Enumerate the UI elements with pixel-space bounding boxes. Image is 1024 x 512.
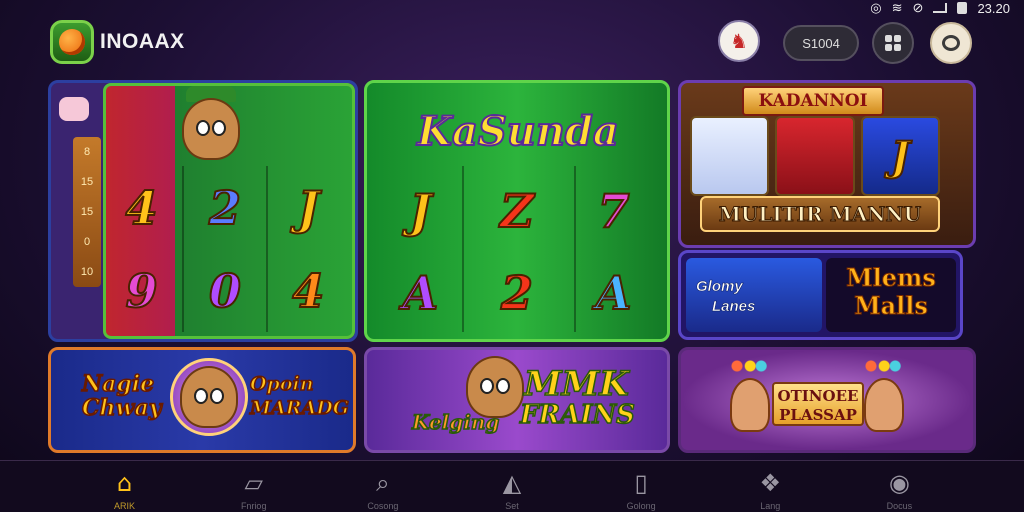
- logo-text: FRAINS: [519, 399, 635, 431]
- reels-game-2: J Z 7 A 2 A: [372, 170, 662, 334]
- clock: 23.20: [977, 0, 1010, 16]
- logo-text-left: Nagie Chway: [81, 371, 162, 421]
- app-logo[interactable]: INOAAX: [50, 20, 185, 64]
- wifi-icon: ≋: [891, 0, 903, 15]
- reel-symbol: 0: [208, 263, 242, 319]
- side-value: 15: [80, 206, 94, 218]
- balance-amount: S1004: [802, 35, 840, 51]
- nav-label: Cosong: [367, 501, 399, 511]
- logo-text: PLASSAP: [779, 406, 857, 424]
- reel-character: [690, 116, 770, 196]
- mascot-kangaroo: [466, 356, 524, 418]
- reel-symbol: 2: [500, 265, 534, 321]
- character-figure: [730, 378, 770, 432]
- nav-item-wallet[interactable]: ▯ Golong: [601, 461, 681, 511]
- avatar-icon: ♞: [730, 29, 748, 53]
- mascot-kangaroo: [182, 98, 240, 160]
- logo-text: Glomy: [696, 278, 743, 296]
- reel-symbol: 7: [597, 183, 631, 239]
- reel-character: [775, 116, 855, 196]
- nav-label: Fnriog: [240, 501, 267, 511]
- balance-pill[interactable]: S1004: [783, 25, 859, 61]
- nav-item-profile[interactable]: ◉ Docus: [859, 461, 939, 511]
- game-logo-right: Mlems Malls: [826, 258, 956, 332]
- reel-symbol: Z: [499, 183, 535, 239]
- game-title: MULITIR MANNU: [700, 196, 940, 232]
- game-sign: OTINOEE PLASSAP: [772, 382, 864, 426]
- status-bar: ◎ ≋ ⊘ 23.20: [870, 0, 1010, 16]
- nav-label: Golong: [626, 501, 656, 511]
- nav-item-cards[interactable]: ▱ Fnriog: [214, 461, 294, 511]
- menu-button[interactable]: [872, 22, 914, 64]
- logo-text: Nagie: [81, 371, 155, 397]
- mute-icon: ⊘: [912, 0, 924, 15]
- reels-game-3: J: [690, 116, 940, 196]
- logo-text: Opoin: [249, 372, 314, 396]
- side-value: 10: [80, 266, 94, 278]
- bottom-nav: ⌂ ARIK ▱ Fnriog ⌕ Cosong ◭ Set ▯ Golong …: [0, 460, 1024, 512]
- logo-text: Lanes: [712, 298, 756, 316]
- card-icon: ▱: [244, 469, 263, 497]
- wallet-icon: ▯: [634, 469, 648, 497]
- chat-icon: [942, 35, 960, 51]
- logo-text: MARADG: [249, 396, 350, 420]
- home-icon: ⌂: [116, 469, 133, 497]
- flower-crown: [726, 358, 770, 374]
- logo-text-right: Opoin MARADG: [249, 372, 350, 420]
- battery-icon: [957, 2, 968, 14]
- nav-item-search[interactable]: ⌕ Cosong: [343, 461, 423, 511]
- logo-icon: [50, 20, 94, 64]
- reel-symbol: A: [595, 265, 633, 321]
- reel-symbol: J: [296, 180, 320, 236]
- reel-symbol: J: [408, 183, 432, 239]
- side-value: 8: [83, 146, 91, 158]
- nav-item-play[interactable]: ◭ Set: [472, 461, 552, 511]
- nav-item-home[interactable]: ⌂ ARIK: [85, 461, 165, 511]
- grid-icon: [885, 35, 901, 51]
- profile-icon: ◉: [888, 469, 910, 497]
- signal-icon: [933, 3, 948, 13]
- nav-label: Lang: [760, 501, 781, 511]
- game-logo-left: Glomy Lanes: [686, 258, 822, 332]
- reel-symbol: 9: [125, 263, 159, 319]
- side-value: 15: [80, 176, 94, 188]
- nav-label: ARIK: [114, 501, 136, 511]
- reel-symbol: A: [401, 265, 439, 321]
- logo-script: Kelging: [411, 409, 500, 435]
- paytable-strip: 8 15 15 0 10: [73, 137, 101, 287]
- character-figure: [864, 378, 904, 432]
- nav-label: Docus: [886, 501, 913, 511]
- nav-label: Set: [505, 501, 519, 511]
- chat-button[interactable]: [930, 22, 972, 64]
- location-icon: ◎: [870, 0, 882, 15]
- search-icon: ⌕: [376, 469, 390, 497]
- logo-text: MMK: [523, 363, 629, 405]
- reels-game-1: 4 2 J 9 0 4: [100, 166, 350, 332]
- side-value: 0: [83, 236, 91, 248]
- play-icon: ◭: [502, 469, 522, 497]
- pig-icon: [59, 97, 89, 121]
- reel-symbol: 4: [125, 180, 159, 236]
- app-name: INOAAX: [100, 30, 185, 53]
- logo-text: OTINOEE: [777, 387, 859, 405]
- game-banner: KADANNOI: [742, 86, 884, 116]
- logo-text: Malls: [854, 291, 929, 320]
- reel-symbol: 2: [208, 180, 242, 236]
- mascot-kangaroo: [180, 366, 238, 428]
- game-title: KaSunda: [416, 107, 620, 156]
- nav-item-gift[interactable]: ❖ Lang: [730, 461, 810, 511]
- reel-symbol: 4: [291, 263, 325, 319]
- logo-text: Chway: [81, 395, 162, 421]
- avatar[interactable]: ♞: [718, 20, 760, 62]
- logo-text: Mlems: [846, 263, 937, 292]
- gift-icon: ❖: [759, 469, 782, 497]
- flower-crown: [860, 358, 904, 374]
- reel-symbol: J: [860, 116, 940, 196]
